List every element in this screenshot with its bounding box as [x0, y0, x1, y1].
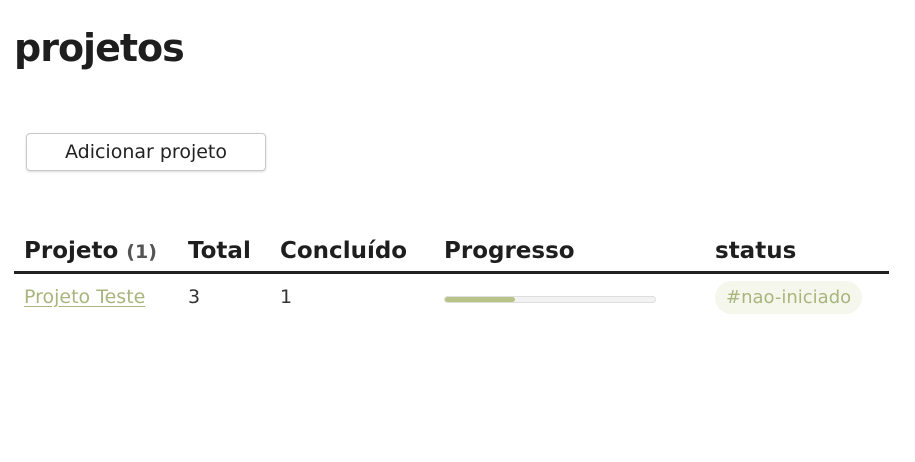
project-link[interactable]: Projeto Teste [24, 286, 145, 308]
table-row: Projeto Teste 3 1 #nao-iniciado [14, 274, 889, 322]
column-header-total: Total [188, 238, 251, 264]
total-cell: 3 [188, 286, 201, 308]
column-header-status: status [715, 238, 797, 264]
progress-fill [445, 297, 515, 302]
done-cell: 1 [280, 286, 293, 308]
table-header: Projeto (1) Total Concluído Progresso st… [14, 236, 889, 274]
page: projetos Adicionar projeto Projeto (1) T… [0, 0, 915, 462]
page-title: projetos [14, 26, 185, 70]
project-count: (1) [126, 241, 157, 263]
column-header-project-label: Projeto [24, 238, 119, 264]
status-tag[interactable]: #nao-iniciado [715, 281, 863, 314]
progress-bar [444, 296, 656, 303]
add-project-button[interactable]: Adicionar projeto [26, 133, 266, 171]
column-header-progress: Progresso [444, 238, 575, 264]
column-header-project: Projeto (1) [24, 238, 157, 264]
projects-table: Projeto (1) Total Concluído Progresso st… [14, 236, 889, 322]
column-header-done: Concluído [280, 238, 408, 264]
